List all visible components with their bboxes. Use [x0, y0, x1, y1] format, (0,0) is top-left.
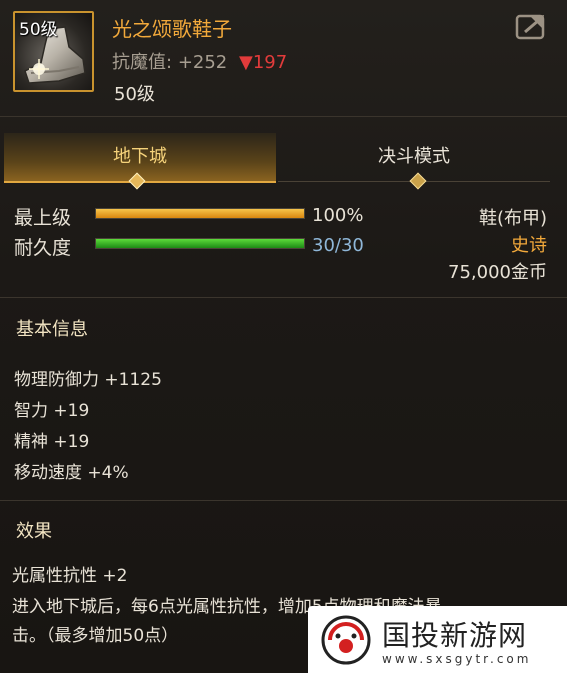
item-type: 鞋(布甲) [478, 208, 547, 229]
divider [0, 500, 567, 501]
attr-line: 移动速度 +4% [14, 463, 129, 483]
anti-magic-stat: 抗魔值: +252 ▼197 [112, 48, 287, 74]
item-rarity: 史诗 [511, 235, 547, 256]
item-price: 75,000金币 [448, 262, 547, 283]
effect-line: 光属性抗性 +2 [12, 566, 128, 586]
item-icon-frame: 50级 [13, 11, 94, 92]
stat-decrease: ▼197 [239, 52, 288, 73]
header-divider [0, 116, 567, 117]
top-level-bar [95, 208, 305, 219]
item-name: 光之颂歌鞋子 [112, 17, 232, 41]
share-icon[interactable] [515, 12, 547, 40]
attr-line: 物理防御力 +1125 [14, 370, 162, 390]
durability-value: 30/30 [312, 235, 364, 256]
durability-bar-fill [96, 239, 304, 248]
top-level-bar-fill [96, 209, 304, 218]
basic-info-title: 基本信息 [16, 319, 88, 340]
stat-value: +252 [177, 52, 228, 73]
required-level: 50级 [114, 84, 155, 105]
item-level-badge: 50级 [19, 20, 58, 40]
watermark-text: 国投新游网 [382, 619, 528, 652]
divider [0, 297, 567, 298]
watermark-logo-icon [321, 615, 371, 665]
durability-bar [95, 238, 305, 249]
effect-line: 击。（最多增加50点） [12, 626, 179, 646]
watermark: 国投新游网 www.sxsgytr.com [308, 606, 567, 673]
attr-line: 精神 +19 [14, 432, 90, 452]
item-tooltip-panel: 50级 光之颂歌鞋子 抗魔值: +252 ▼197 50级 地下城 决斗模式 最… [0, 0, 567, 673]
watermark-url: www.sxsgytr.com [382, 652, 532, 666]
effect-title: 效果 [16, 521, 52, 542]
top-level-label: 最上级 [14, 207, 72, 229]
stat-label: 抗魔值: [112, 52, 173, 73]
attr-line: 智力 +19 [14, 401, 90, 421]
top-level-value: 100% [312, 205, 364, 226]
durability-label: 耐久度 [14, 237, 72, 259]
